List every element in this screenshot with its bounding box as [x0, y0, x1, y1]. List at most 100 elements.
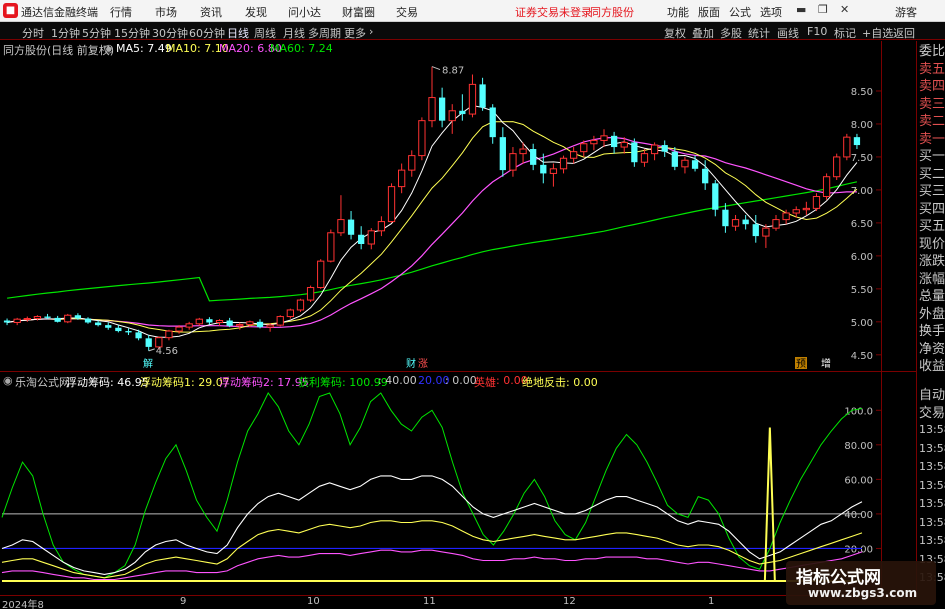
- candlestick-svg: 8.508.007.507.006.506.005.505.004.508.87…: [3, 66, 881, 370]
- auto-trade-label[interactable]: 交易: [917, 404, 945, 424]
- btn-biaoji[interactable]: 标记: [834, 25, 856, 41]
- menu-gongshi[interactable]: 公式: [729, 4, 751, 20]
- quote-panel: 委比 卖五 卖四 卖三 卖二 卖一 买一 买二 买三 买四 买五 现价 涨跌 涨幅 总量 外盘 换手 净资 收益 自动…: [917, 42, 945, 584]
- menu-faxian[interactable]: 发现: [245, 4, 267, 20]
- ma10-line: [7, 121, 858, 333]
- candle-body-up: [731, 219, 740, 227]
- period-more[interactable]: 更多: [344, 25, 366, 41]
- menu-hangqing[interactable]: 行情: [110, 4, 132, 20]
- candle-body-up: [306, 287, 315, 301]
- sub-settings-icon[interactable]: ◉: [3, 374, 13, 387]
- candle-body-up: [296, 299, 305, 311]
- period-multi[interactable]: 多周期: [308, 25, 341, 41]
- candle-body-down: [661, 145, 668, 152]
- candle-body-up: [549, 168, 558, 174]
- btn-fuquan[interactable]: 复权: [664, 25, 686, 41]
- candle-body-up: [13, 318, 21, 323]
- stock-name-title: 同方股份: [590, 6, 634, 19]
- menu-gongneng[interactable]: 功能: [667, 4, 689, 20]
- btn-huaxian[interactable]: 画线: [777, 25, 799, 41]
- trade-time: 13:58: [919, 460, 945, 473]
- period-fenshi[interactable]: 分时: [22, 25, 44, 41]
- candle-body-up: [448, 110, 456, 122]
- close-icon[interactable]: ✕: [840, 3, 849, 16]
- price-label: 8.00: [851, 120, 873, 131]
- period-1min[interactable]: 1分钟: [51, 25, 80, 41]
- candle-body-down: [206, 319, 213, 323]
- watermark: 指标公式网 www.zbgs3.com: [786, 561, 936, 605]
- candle-body-up: [762, 227, 770, 237]
- candle-body-down: [84, 318, 92, 323]
- candle-body-up: [175, 326, 183, 332]
- indicator-svg: 100.0 80.00 60.00 40.00 20.00: [1, 392, 881, 582]
- btn-duogu[interactable]: 多股: [720, 25, 742, 41]
- btn-back[interactable]: 返回: [893, 25, 915, 41]
- ma5-line: [7, 104, 858, 338]
- trade-time: 13:58: [919, 423, 945, 436]
- candle-body-up: [185, 323, 193, 328]
- user-label[interactable]: 游客: [895, 4, 917, 20]
- candle-body-up: [398, 169, 406, 188]
- candle-body-up: [286, 309, 294, 318]
- series-line-2: [1, 520, 863, 579]
- candle-body-down: [105, 325, 112, 328]
- candle-body-up: [468, 83, 477, 115]
- ma60-line: [7, 181, 858, 302]
- fudong2-label: 浮动筹码2: 17.95: [219, 376, 309, 389]
- ma5-label: MA5: 7.49: [116, 42, 172, 55]
- btn-f10[interactable]: F10: [807, 25, 827, 38]
- candle-body-up: [802, 207, 810, 211]
- auto-trade-label[interactable]: 自动: [917, 386, 945, 406]
- candle-body-up: [23, 318, 31, 321]
- candle-body-down: [752, 224, 759, 237]
- settings-icon[interactable]: ◉: [104, 42, 114, 55]
- btn-add-watchlist[interactable]: +自选: [862, 25, 893, 41]
- menu-zixun[interactable]: 资讯: [200, 4, 222, 20]
- candle-body-up: [266, 324, 274, 328]
- price-label: 5.50: [851, 285, 873, 296]
- candle-body-up: [246, 321, 254, 325]
- menu-jiaoyi[interactable]: 交易: [396, 4, 418, 20]
- trade-time: 13:58: [919, 497, 945, 510]
- period-daily[interactable]: 日线: [227, 25, 249, 41]
- period-30min[interactable]: 30分钟: [152, 25, 188, 41]
- candle-body-up: [620, 141, 628, 148]
- period-15min[interactable]: 15分钟: [114, 25, 150, 41]
- marker-jie: 解: [143, 357, 153, 370]
- candle-body-up: [519, 148, 527, 155]
- btn-tongji[interactable]: 统计: [748, 25, 770, 41]
- formula-name: 乐淘公式网: [15, 376, 70, 389]
- candlestick-chart[interactable]: 8.50 8.00 7.50 7.00 6.50 6.00 5.50 5.00 4.50 8.87…: [0, 56, 882, 370]
- candle-body-down: [74, 315, 82, 319]
- sub-axis-label: 80.00: [844, 441, 873, 452]
- indicator-chart[interactable]: 100.0 80.00 60.00 40.00 20.00: [0, 389, 882, 585]
- x-label-sep: 9: [180, 596, 187, 607]
- period-monthly[interactable]: 月线: [283, 25, 305, 41]
- candle-body-down: [540, 164, 547, 174]
- candle-body-down: [358, 234, 365, 244]
- candle-body-up: [33, 316, 42, 320]
- menu-xuanxiang[interactable]: 选项: [760, 4, 782, 20]
- menu-wenxiaoda[interactable]: 问小达: [288, 4, 321, 20]
- menu-banmian[interactable]: 版面: [698, 4, 720, 20]
- candle-body-down: [145, 338, 152, 347]
- candle-body-down: [722, 209, 729, 227]
- minimize-icon[interactable]: ▬: [796, 3, 806, 16]
- maximize-icon[interactable]: ❐: [818, 3, 828, 16]
- menu-shichang[interactable]: 市场: [155, 4, 177, 20]
- chevron-right-icon[interactable]: ›: [369, 25, 373, 38]
- price-label: 4.50: [851, 351, 873, 362]
- btn-diejia[interactable]: 叠加: [692, 25, 714, 41]
- candle-body-up: [337, 219, 345, 234]
- menu-caifuquan[interactable]: 财富圈: [342, 4, 375, 20]
- period-5min[interactable]: 5分钟: [82, 25, 111, 41]
- app-logo-icon: ■: [3, 3, 18, 18]
- period-weekly[interactable]: 周线: [254, 25, 276, 41]
- candle-body-down: [115, 327, 122, 332]
- x-label-nov: 11: [423, 596, 436, 607]
- candle-body-up: [195, 318, 203, 325]
- period-60min[interactable]: 60分钟: [189, 25, 225, 41]
- sub-axis-label: 60.00: [844, 475, 873, 486]
- login-warning[interactable]: 证券交易未登录: [515, 4, 592, 20]
- candle-body-up: [792, 209, 800, 214]
